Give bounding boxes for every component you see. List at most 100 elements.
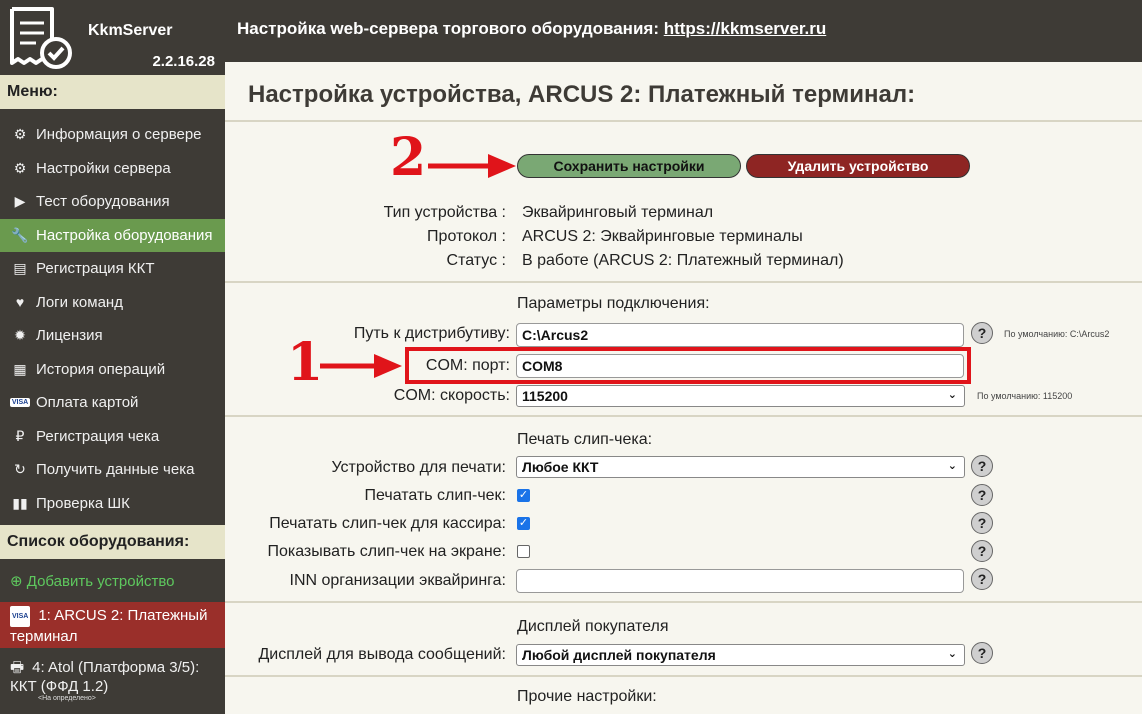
play-icon: ▶ (14, 193, 26, 210)
sidebar-item-label: Тест оборудования (36, 193, 170, 211)
print-device-select[interactable]: Любое ККТ ⌄ (516, 456, 965, 478)
sidebar-item-operation-history[interactable]: ▦ История операций (0, 353, 225, 387)
logo-area: KkmServer 2.2.16.28 (0, 0, 225, 75)
divider (225, 281, 1142, 283)
screen-slip-label: Показывать слип-чек на экране: (267, 543, 506, 560)
help-icon[interactable]: ? (971, 568, 993, 590)
help-icon[interactable]: ? (971, 455, 993, 477)
divider (225, 120, 1142, 122)
help-icon[interactable]: ? (971, 484, 993, 506)
sidebar-item-card-payment[interactable]: VISA Оплата картой (0, 386, 225, 420)
sidebar-item-barcode-check[interactable]: ▮▮ Проверка ШК (0, 487, 225, 521)
speed-default: По умолчанию: 115200 (977, 391, 1073, 401)
device-note: <На определено> (38, 695, 96, 702)
divider (225, 675, 1142, 677)
header-link[interactable]: https://kkmserver.ru (664, 19, 827, 38)
display-select[interactable]: Любой дисплей покупателя ⌄ (516, 644, 965, 666)
refresh-icon: ↻ (14, 461, 26, 478)
sidebar-item-label: Информация о сервере (36, 126, 202, 144)
sidebar-item-license[interactable]: ✹ Лицензия (0, 319, 225, 353)
com-speed-value: 115200 (522, 388, 568, 404)
sidebar-item-label: Настройки сервера (36, 159, 171, 177)
device-type-value: Эквайринговый терминал (522, 204, 714, 221)
sidebar-item-server-settings[interactable]: ⚙ Настройки сервера (0, 152, 225, 186)
add-device-label: Добавить устройство (26, 573, 175, 590)
add-device-link[interactable]: ⊕ Добавить устройство (10, 572, 175, 590)
sidebar-item-equipment-settings[interactable]: 🔧 Настройка оборудования (0, 218, 225, 252)
sidebar-item-label: Настройка оборудования (36, 226, 213, 244)
gears-icon: ⚙ (13, 159, 27, 176)
app-version: 2.2.16.28 (152, 53, 215, 70)
divider (225, 601, 1142, 603)
visa-icon: VISA (10, 606, 31, 627)
equipment-list-title: Список оборудования: (0, 525, 225, 559)
sidebar-item-kkt-registration[interactable]: ▤ Регистрация ККТ (0, 252, 225, 286)
device-type-label: Тип устройства : (383, 204, 506, 221)
path-input[interactable]: C:\Arcus2 (516, 323, 964, 347)
path-label: Путь к дистрибутиву: (353, 325, 510, 342)
annotation-arrow (320, 354, 402, 378)
help-icon[interactable]: ? (971, 642, 993, 664)
display-section-title: Дисплей покупателя (517, 618, 669, 635)
certificate-icon: ✹ (14, 327, 26, 344)
path-default: По умолчанию: C:\Arcus2 (1004, 329, 1110, 339)
connection-section-title: Параметры подключения: (517, 295, 710, 312)
cashier-slip-checkbox[interactable]: ✓ (517, 517, 530, 530)
screen-slip-checkbox[interactable] (517, 545, 530, 558)
logo-icon (10, 7, 72, 69)
status-label: Статус : (446, 252, 506, 269)
ruble-icon: ₽ (15, 427, 25, 444)
calendar-icon: ▦ (13, 360, 27, 377)
main-panel: Настройка устройства, ARCUS 2: Платежный… (225, 62, 1142, 714)
cashier-slip-label: Печатать слип-чек для кассира: (269, 515, 506, 532)
app-name: KkmServer (88, 22, 173, 39)
device-label: 4: Atol (Платформа 3/5): ККТ (ФФД 1.2) (10, 659, 200, 695)
annotation-arrow (428, 154, 516, 178)
print-device-label: Устройство для печати: (331, 459, 506, 476)
sidebar-item-receipt-registration[interactable]: ₽ Регистрация чека (0, 420, 225, 454)
list-icon: ▤ (13, 260, 27, 277)
menu-list: ⚙ Информация о сервере ⚙ Настройки сервера… (0, 118, 225, 520)
plus-circle-icon: ⊕ (10, 573, 23, 590)
print-slip-checkbox[interactable]: ✓ (517, 489, 530, 502)
delete-device-button[interactable]: Удалить устройство (746, 154, 970, 178)
annotation-number: 2 (390, 127, 427, 188)
inn-input[interactable] (516, 569, 964, 593)
printer-icon: 🖶 (10, 659, 25, 676)
divider (225, 415, 1142, 417)
print-slip-label: Печатать слип-чек: (364, 487, 507, 504)
sidebar-item-label: Получить данные чека (36, 461, 195, 479)
com-speed-label: COM: скорость: (393, 387, 510, 404)
print-device-value: Любое ККТ (522, 459, 599, 475)
visa-icon: VISA (9, 398, 31, 408)
sidebar-item-server-info[interactable]: ⚙ Информация о сервере (0, 118, 225, 152)
inn-label: INN организации эквайринга: (289, 572, 507, 589)
sidebar-item-label: Оплата картой (36, 394, 139, 412)
save-button[interactable]: Сохранить настройки (517, 154, 741, 178)
heartbeat-icon: ♥ (15, 294, 25, 311)
protocol-value: ARCUS 2: Эквайринговые терминалы (522, 228, 803, 245)
help-icon[interactable]: ? (971, 540, 993, 562)
sidebar-item-label: Проверка ШК (36, 494, 130, 512)
sidebar-item-label: Лицензия (36, 327, 103, 345)
help-icon[interactable]: ? (971, 512, 993, 534)
sidebar-item-command-logs[interactable]: ♥ Логи команд (0, 286, 225, 320)
sidebar-item-equipment-test[interactable]: ▶ Тест оборудования (0, 185, 225, 219)
top-bar: Настройка web-сервера торгового оборудов… (225, 0, 1142, 62)
device-item-atol[interactable]: 🖶 4: Atol (Платформа 3/5): ККТ (ФФД 1.2) (0, 656, 225, 698)
sidebar-item-label: История операций (36, 360, 166, 378)
annotation-highlight-box (405, 347, 971, 384)
other-section-title: Прочие настройки: (517, 688, 657, 705)
device-label: 1: ARCUS 2: Платежный терминал (10, 607, 208, 645)
sidebar-item-get-receipt-data[interactable]: ↻ Получить данные чека (0, 453, 225, 487)
header-text: Настройка web-сервера торгового оборудов… (237, 19, 659, 38)
protocol-label: Протокол : (427, 228, 506, 245)
status-value: В работе (ARCUS 2: Платежный терминал) (522, 252, 844, 269)
com-speed-select[interactable]: 115200 ⌄ (516, 385, 965, 407)
device-item-arcus[interactable]: VISA 1: ARCUS 2: Платежный терминал (0, 602, 225, 648)
sidebar-item-label: Регистрация ККТ (36, 260, 155, 278)
help-icon[interactable]: ? (971, 322, 993, 344)
slip-section-title: Печать слип-чека: (517, 431, 653, 448)
menu-title: Меню: (0, 75, 225, 109)
wrench-icon: 🔧 (11, 226, 29, 243)
